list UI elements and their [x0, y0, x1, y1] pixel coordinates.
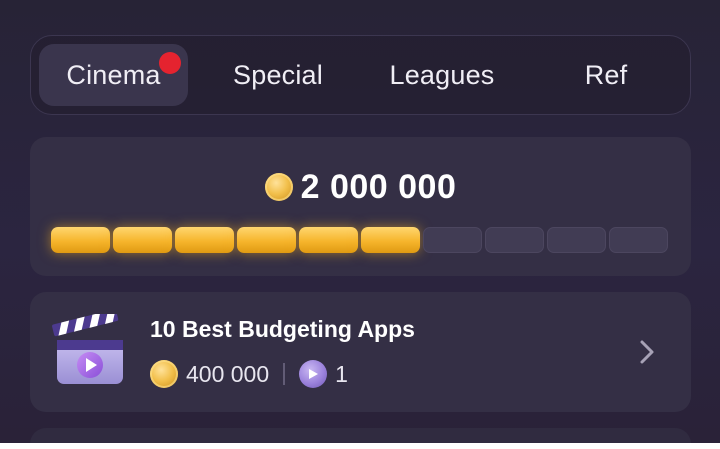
- tab-special-label: Special: [233, 59, 323, 90]
- task-title: 10 Best Budgeting Apps: [150, 316, 415, 342]
- tab-bar: Cinema Special Leagues Ref: [30, 35, 691, 115]
- divider: [283, 363, 286, 385]
- task-card[interactable]: 10 Best Budgeting Apps 400 000 1: [30, 292, 691, 412]
- app-screen: Cinema Special Leagues Ref 2 000 000 10 …: [0, 0, 720, 443]
- progress-segment-filled: [51, 227, 110, 253]
- coin-icon: [150, 360, 178, 388]
- progress-segment-filled: [299, 227, 358, 253]
- tab-ref-label: Ref: [584, 59, 628, 90]
- task-coin-reward: 400 000: [186, 360, 270, 387]
- tab-cinema-label: Cinema: [66, 59, 161, 90]
- task-rewards: 400 000 1: [150, 359, 348, 389]
- tab-leagues-label: Leagues: [389, 59, 495, 90]
- notification-dot: [159, 52, 181, 74]
- progress-segment-empty: [423, 227, 482, 253]
- coin-icon: [264, 173, 293, 201]
- tab-ref[interactable]: Ref: [524, 44, 688, 106]
- next-task-card[interactable]: [30, 428, 691, 443]
- play-ticket-icon: [299, 360, 328, 388]
- tab-special[interactable]: Special: [196, 44, 360, 106]
- tab-cinema[interactable]: Cinema: [39, 44, 188, 106]
- chevron-right-icon[interactable]: [639, 339, 655, 365]
- progress-segment-filled: [113, 227, 172, 253]
- progress-segment-empty: [547, 227, 606, 253]
- reward-amount: 2 000 000: [300, 167, 457, 206]
- progress-segment-filled: [237, 227, 296, 253]
- progress-segment-filled: [175, 227, 234, 253]
- movie-clapperboard-icon: [52, 314, 123, 384]
- tab-leagues[interactable]: Leagues: [360, 44, 524, 106]
- reward-total: 2 000 000: [30, 167, 691, 207]
- progress-segment-empty: [609, 227, 668, 253]
- reward-progress-bar: [51, 227, 671, 253]
- task-ticket-reward: 1: [335, 360, 348, 387]
- progress-segment-empty: [485, 227, 544, 253]
- progress-segment-filled: [361, 227, 420, 253]
- reward-card: 2 000 000: [30, 137, 691, 276]
